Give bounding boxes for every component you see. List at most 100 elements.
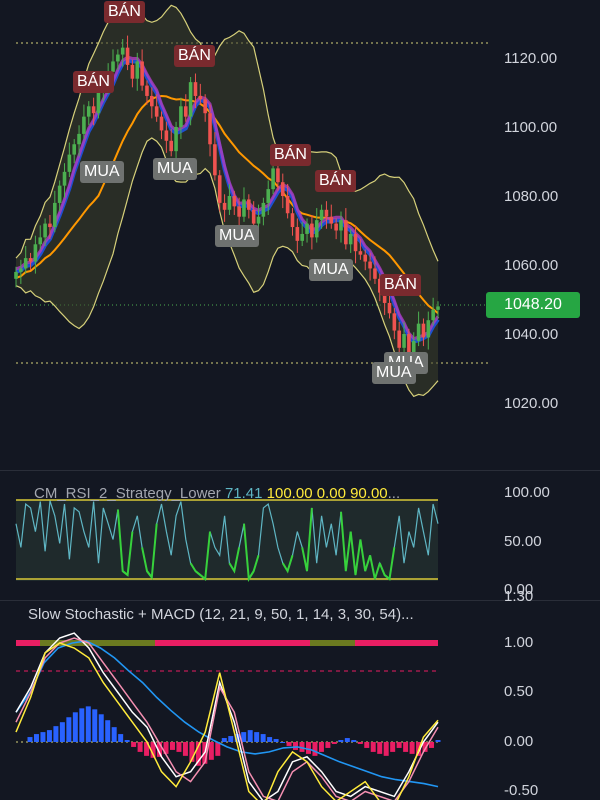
macd-histogram-bar: [383, 742, 389, 756]
candle-body: [72, 144, 77, 155]
candle-body: [57, 185, 62, 203]
macd-histogram-bar: [305, 742, 311, 754]
candle-body: [14, 271, 18, 279]
candle-body: [96, 92, 101, 114]
macd-histogram-bar: [390, 742, 396, 752]
candle-body: [285, 196, 290, 214]
candle-body: [373, 268, 377, 279]
macd-chart[interactable]: [0, 601, 600, 800]
macd-histogram-bar: [85, 706, 91, 742]
macd-histogram-bar: [331, 742, 337, 744]
candle-body: [237, 206, 241, 217]
buy-signal-tag: MUA: [309, 259, 353, 281]
candle-body: [368, 261, 372, 269]
sell-signal-tag: BÁN: [73, 71, 114, 93]
macd-line: [15, 640, 439, 788]
candle-body: [77, 133, 81, 145]
candle-body: [135, 61, 140, 79]
candle-body: [251, 209, 256, 224]
macd-histogram-bar: [286, 742, 292, 746]
macd-histogram-bar: [435, 740, 441, 742]
candle-body: [38, 237, 43, 245]
macd-histogram-bar: [33, 734, 39, 742]
macd-histogram-bar: [312, 742, 318, 756]
candle-body: [261, 202, 266, 217]
candle-body: [392, 313, 397, 331]
candle-body: [431, 309, 435, 321]
trend-ribbon-segment: [310, 640, 355, 646]
macd-pane[interactable]: Slow Stochastic + MACD (12, 21, 9, 50, 1…: [0, 588, 600, 800]
candle-body: [130, 64, 135, 79]
price-axis-1020: 1020.00: [504, 395, 559, 412]
macd-axis-neg05: -0.50: [504, 782, 539, 799]
rsi-third: 90.00: [350, 485, 388, 502]
macd-histogram-bar: [72, 712, 78, 742]
macd-histogram-bar: [98, 714, 104, 742]
macd-histogram-bar: [79, 708, 85, 742]
macd-histogram-bar: [325, 742, 331, 748]
candle-body: [344, 220, 348, 245]
candle-body: [159, 116, 164, 131]
candle-body: [150, 95, 154, 107]
macd-histogram-bar: [176, 742, 182, 752]
candle-body: [23, 258, 28, 269]
price-axis-1060: 1060.00: [504, 257, 559, 274]
macd-histogram-bar: [105, 720, 111, 742]
candle-body: [33, 244, 38, 262]
candle-body: [217, 175, 222, 203]
rsi-title-name: CM_RSI_2_Strategy_Lower: [34, 485, 221, 502]
candle-body: [416, 323, 421, 341]
candle-body: [140, 61, 144, 86]
macd-histogram-bar: [118, 734, 124, 742]
candle-body: [183, 106, 188, 117]
candle-body: [397, 330, 401, 348]
rsi-pane[interactable]: CM_RSI_2_Strategy_Lower 71.41 100.00 0.0…: [0, 471, 600, 600]
macd-histogram-bar: [429, 742, 435, 748]
candle-body: [402, 334, 406, 348]
macd-histogram-bar: [27, 737, 33, 742]
candle-body: [334, 223, 338, 231]
price-axis-1080: 1080.00: [504, 188, 559, 205]
candle-body: [116, 54, 120, 62]
rsi-more[interactable]: ...: [388, 485, 401, 502]
candle-body: [82, 116, 86, 134]
macd-axis-top: 1.30: [504, 588, 534, 605]
candle-body: [421, 323, 426, 338]
candle-body: [300, 233, 304, 241]
candle-body: [324, 209, 329, 217]
candle-body: [28, 258, 33, 262]
buy-signal-tag: MUA: [80, 161, 124, 183]
bollinger-band-fill: [16, 2, 438, 397]
macd-histogram-bar: [364, 742, 370, 748]
macd-histogram-bar: [370, 742, 376, 752]
macd-histogram-bar: [40, 732, 46, 742]
macd-histogram-bar: [280, 742, 286, 743]
macd-histogram-bar: [409, 742, 415, 754]
candle-body: [314, 220, 319, 238]
candle-body: [232, 196, 237, 207]
macd-histogram-bar: [267, 737, 273, 742]
macd-histogram-bar: [59, 722, 65, 742]
macd-histogram-bar: [377, 742, 383, 754]
candle-body: [62, 171, 67, 186]
main-price-pane[interactable]: 1120.00 1100.00 1080.00 1060.00 1040.00 …: [0, 0, 600, 470]
candle-body: [271, 168, 275, 190]
candle-body: [67, 154, 72, 172]
candle-body: [48, 223, 52, 228]
macd-histogram-bar: [182, 742, 188, 756]
rsi-lower: 0.00: [316, 485, 346, 502]
macd-histogram-bar: [273, 739, 279, 742]
macd-histogram-bar: [46, 730, 52, 742]
macd-histogram-bar: [53, 726, 59, 742]
candle-body: [387, 302, 392, 314]
sell-signal-tag: BÁN: [315, 170, 356, 192]
price-axis-1120: 1120.00: [504, 50, 558, 67]
macd-histogram-bar: [318, 742, 324, 752]
candle-body: [247, 199, 251, 210]
candle-body: [266, 189, 271, 203]
rsi-axis-50: 50.00: [504, 533, 542, 550]
candle-body: [319, 209, 324, 221]
macd-axis-0: 0.00: [504, 733, 534, 750]
candle-body: [120, 47, 125, 55]
candle-body: [339, 220, 343, 231]
